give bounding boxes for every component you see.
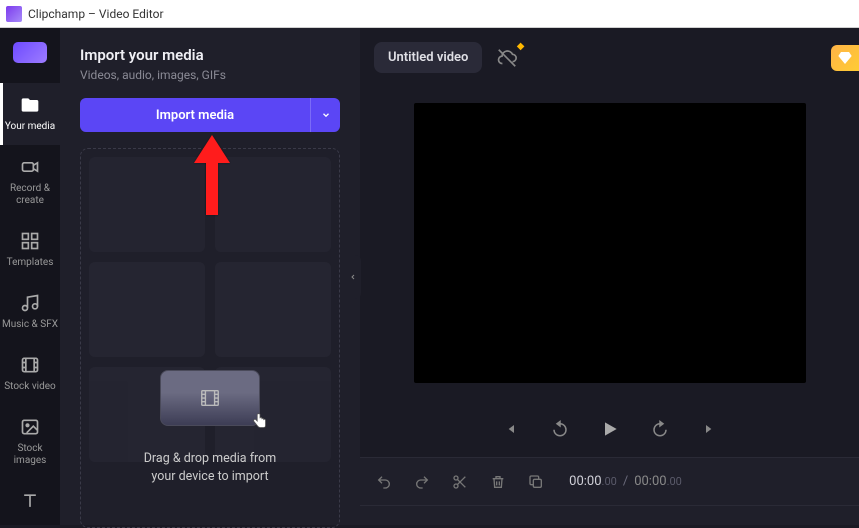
brand-logo[interactable] [13, 42, 47, 63]
nav-music-sfx[interactable]: Music & SFX [0, 281, 60, 343]
skip-end-icon [702, 421, 718, 437]
nav-label: Stock images [0, 443, 60, 467]
clipchamp-icon [6, 6, 22, 22]
video-preview[interactable] [414, 103, 806, 383]
film-icon [18, 353, 42, 377]
import-media-button[interactable]: Import media [80, 98, 310, 132]
play-icon [600, 419, 620, 439]
chevron-down-icon [321, 110, 331, 120]
dropzone-thumb [160, 370, 260, 426]
chevron-left-icon [349, 271, 357, 283]
folder-icon [18, 93, 42, 117]
window-title: Clipchamp – Video Editor [28, 7, 164, 21]
timeline-toolbar: 00:00.00 / 00:00.00 [360, 457, 859, 505]
panel-title: Import your media [80, 46, 340, 64]
import-media-dropdown[interactable] [310, 98, 340, 132]
skip-end-button[interactable] [698, 417, 722, 441]
trash-icon [490, 474, 506, 490]
skip-start-icon [502, 421, 518, 437]
nav-label: Music & SFX [2, 319, 58, 331]
templates-icon [18, 229, 42, 253]
redo-button[interactable] [412, 472, 432, 492]
rewind-button[interactable] [548, 417, 572, 441]
cloud-sync-button[interactable]: ◆ [492, 43, 522, 73]
skip-start-button[interactable] [498, 417, 522, 441]
timeline-area[interactable] [360, 505, 859, 525]
text-icon [18, 489, 42, 513]
nav-stock-images[interactable]: Stock images [0, 405, 60, 479]
premium-diamond-icon: ◆ [517, 41, 525, 52]
image-icon [18, 415, 42, 439]
timeline-time: 00:00.00 / 00:00.00 [569, 474, 682, 489]
nav-rail: Your media Record & create Templates Mus… [0, 28, 60, 525]
rewind-icon [551, 420, 569, 438]
duplicate-button[interactable] [526, 472, 546, 492]
copy-icon [528, 474, 544, 490]
nav-your-media[interactable]: Your media [0, 83, 60, 145]
undo-button[interactable] [374, 472, 394, 492]
nav-label: Stock video [4, 381, 56, 393]
undo-icon [376, 474, 392, 490]
hand-cursor-icon [249, 411, 271, 437]
nav-label: Templates [7, 257, 54, 269]
dropzone-text: Drag & drop media from your device to im… [144, 450, 277, 488]
diamond-icon [837, 50, 853, 66]
panel-subtitle: Videos, audio, images, GIFs [80, 68, 340, 82]
video-title[interactable]: Untitled video [374, 42, 482, 73]
premium-badge[interactable] [831, 45, 859, 71]
split-button[interactable] [450, 472, 470, 492]
forward-icon [651, 420, 669, 438]
film-icon [195, 387, 225, 409]
music-icon [18, 291, 42, 315]
nav-label: Your media [5, 121, 55, 133]
nav-text[interactable] [0, 479, 60, 525]
delete-button[interactable] [488, 472, 508, 492]
nav-label: Record & create [0, 183, 60, 207]
media-dropzone[interactable]: Drag & drop media from your device to im… [80, 148, 340, 528]
play-button[interactable] [598, 417, 622, 441]
nav-stock-video[interactable]: Stock video [0, 343, 60, 405]
nav-record-create[interactable]: Record & create [0, 145, 60, 219]
nav-templates[interactable]: Templates [0, 219, 60, 281]
cloud-off-icon [496, 47, 518, 69]
scissors-icon [452, 474, 468, 490]
media-panel: Import your media Videos, audio, images,… [60, 28, 360, 525]
camera-icon [18, 155, 42, 179]
forward-button[interactable] [648, 417, 672, 441]
collapse-panel-button[interactable] [345, 255, 361, 299]
workspace: Untitled video ◆ [360, 28, 859, 525]
redo-icon [414, 474, 430, 490]
